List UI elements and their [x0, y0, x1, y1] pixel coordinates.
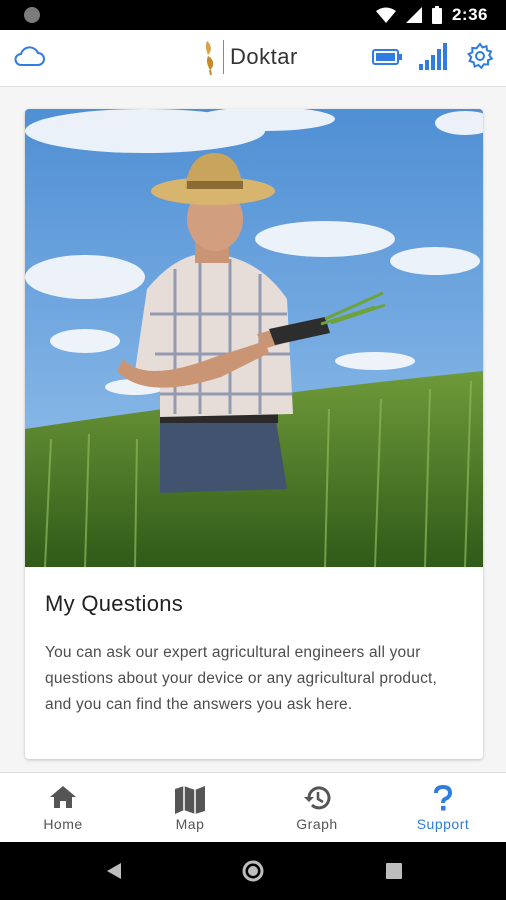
status-bar: 2:36 — [0, 0, 506, 30]
wheat-logo-icon — [205, 41, 214, 75]
brand-logo: Doktar — [203, 36, 298, 78]
status-time: 2:36 — [451, 5, 488, 24]
nav-label-support: Support — [416, 816, 470, 832]
bottom-navigation: Home Map Graph Support — [0, 772, 506, 843]
app-header: Doktar — [0, 30, 506, 87]
system-navigation-bar — [0, 842, 506, 900]
home-icon — [50, 786, 76, 808]
nav-item-home[interactable]: Home — [0, 773, 126, 843]
map-icon — [175, 786, 205, 814]
device-battery-icon — [372, 49, 402, 65]
nav-item-map[interactable]: Map — [127, 773, 253, 843]
nav-item-support[interactable]: Support — [380, 773, 506, 843]
cell-signal-icon — [405, 7, 422, 23]
brand-separator — [223, 40, 224, 74]
nav-label-map: Map — [175, 816, 205, 832]
notification-dot-icon — [24, 7, 40, 23]
question-icon — [434, 785, 453, 811]
card-title: My Questions — [45, 591, 184, 616]
content-area: My Questions You can ask our expert agri… — [0, 87, 506, 772]
brand-name: Doktar — [230, 44, 298, 69]
battery-icon — [431, 6, 442, 24]
my-questions-card[interactable]: My Questions You can ask our expert agri… — [25, 109, 483, 759]
cloud-icon[interactable] — [13, 44, 45, 68]
card-description: You can ask our expert agricultural engi… — [45, 644, 438, 713]
nav-label-home: Home — [43, 816, 83, 832]
nav-item-graph[interactable]: Graph — [254, 773, 380, 843]
nav-label-graph: Graph — [296, 816, 338, 832]
recents-icon[interactable] — [386, 863, 402, 879]
settings-gear-icon[interactable] — [466, 42, 494, 70]
back-icon[interactable] — [106, 862, 122, 880]
history-icon — [304, 786, 331, 810]
device-signal-icon — [419, 43, 447, 70]
wifi-icon — [375, 7, 396, 23]
farmer-field-photo — [25, 109, 483, 567]
home-circle-icon[interactable] — [242, 860, 264, 882]
